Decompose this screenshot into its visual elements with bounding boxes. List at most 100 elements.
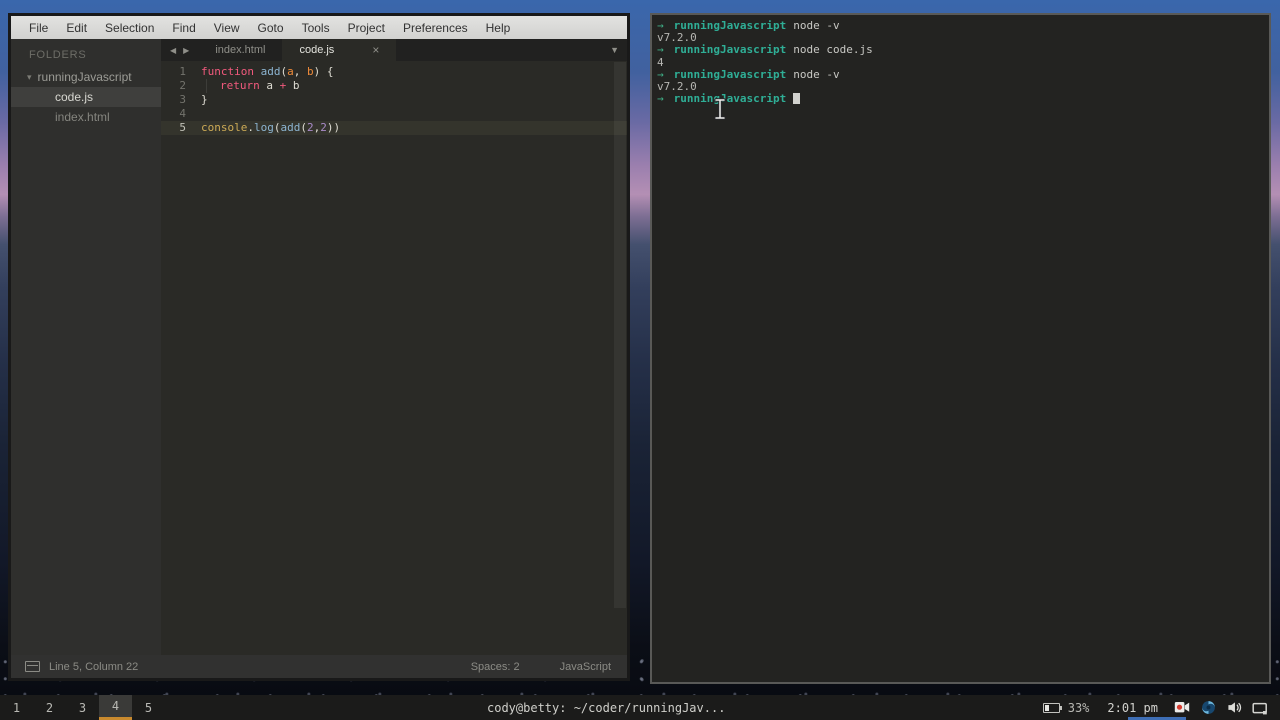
- menu-item-view[interactable]: View: [206, 19, 248, 37]
- battery-percent: 33%: [1068, 701, 1090, 715]
- workspace-4[interactable]: 4: [99, 695, 132, 720]
- tab-scroll-right-icon[interactable]: ▶: [183, 46, 189, 55]
- tab-spacer: [396, 39, 602, 61]
- swirl-icon[interactable]: [1200, 700, 1216, 716]
- code-token: 2: [320, 121, 327, 134]
- clock[interactable]: 2:01 pm: [1107, 701, 1158, 715]
- code-token: console: [201, 121, 247, 134]
- code-token: ,: [294, 65, 307, 78]
- menu-item-selection[interactable]: Selection: [97, 19, 162, 37]
- code-token: return: [220, 79, 260, 92]
- code-token: 2: [307, 121, 314, 134]
- tray-icons: [1174, 700, 1268, 716]
- output-text: v7.2.0: [657, 80, 697, 93]
- code-text: return a + b: [201, 79, 300, 93]
- tab-close-icon[interactable]: ×: [372, 43, 379, 57]
- status-bar: Line 5, Column 22 Spaces: 2 JavaScript: [11, 655, 627, 678]
- prompt-arrow-icon: →: [657, 43, 664, 56]
- code-line: 4: [161, 107, 627, 121]
- code-token: a: [260, 79, 280, 92]
- code-token: [254, 65, 261, 78]
- workspace-1[interactable]: 1: [0, 695, 33, 720]
- prompt-directory: runningJavascript: [674, 92, 787, 105]
- panel-toggle-icon[interactable]: [25, 661, 40, 672]
- line-number: 4: [161, 107, 201, 121]
- battery-icon: [1043, 703, 1060, 713]
- tab-scroll-left-icon[interactable]: ◀: [170, 46, 176, 55]
- editor-pane: ◀ ▶ index.htmlcode.js× ▼ 1function add(a…: [161, 39, 627, 655]
- code-text: }: [201, 93, 208, 107]
- prompt-directory: runningJavascript: [674, 19, 787, 32]
- menu-item-project[interactable]: Project: [340, 19, 393, 37]
- terminal-line: →runningJavascriptnode code.js: [657, 44, 1265, 56]
- code-line: 1function add(a, b) {: [161, 65, 627, 79]
- line-number: 1: [161, 65, 201, 79]
- taskbar-window-title[interactable]: cody@betty: ~/coder/runningJav...: [487, 695, 725, 720]
- display-icon[interactable]: [1252, 700, 1268, 716]
- code-token: add: [280, 121, 300, 134]
- code-token: )): [327, 121, 340, 134]
- menu-item-tools[interactable]: Tools: [294, 19, 338, 37]
- prompt-directory: runningJavascript: [674, 43, 787, 56]
- taskbar: 12345 cody@betty: ~/coder/runningJav... …: [0, 695, 1280, 720]
- code-token: add: [261, 65, 281, 78]
- tab-strip: index.html code.js ×: [198, 39, 396, 61]
- output-text: 4: [657, 56, 664, 69]
- tab-overflow-icon[interactable]: ▼: [602, 39, 627, 61]
- code-lines: 1function add(a, b) {2return a + b3}45co…: [161, 65, 627, 135]
- volume-icon[interactable]: [1226, 700, 1242, 716]
- tab-label: index.html: [215, 44, 265, 56]
- tab-label: code.js: [299, 44, 334, 56]
- menu-item-preferences[interactable]: Preferences: [395, 19, 476, 37]
- code-token: ) {: [314, 65, 334, 78]
- sidebar-folder-label: runningJavascript: [38, 70, 132, 84]
- screen-recorder-icon[interactable]: [1174, 700, 1190, 716]
- chevron-down-icon: ▾: [27, 72, 32, 83]
- sidebar: FOLDERS ▾ runningJavascript code.jsindex…: [11, 39, 161, 655]
- line-number: 5: [161, 121, 201, 135]
- tab-index.html[interactable]: index.html: [198, 39, 282, 61]
- editor-scrollbar[interactable]: [614, 62, 626, 608]
- cursor-position: Line 5, Column 22: [49, 661, 138, 673]
- code-token: function: [201, 65, 254, 78]
- code-line: 3}: [161, 93, 627, 107]
- code-token: }: [201, 93, 208, 106]
- workspace-3[interactable]: 3: [66, 695, 99, 720]
- code-token: a: [287, 65, 294, 78]
- menu-item-goto[interactable]: Goto: [250, 19, 292, 37]
- prompt-arrow-icon: →: [657, 68, 664, 81]
- sidebar-file-code.js[interactable]: code.js: [11, 87, 161, 107]
- menu-bar: FileEditSelectionFindViewGotoToolsProjec…: [11, 16, 627, 39]
- code-text: console.log(add(2,2)): [201, 121, 340, 135]
- prompt-arrow-icon: →: [657, 19, 664, 32]
- code-token: (: [300, 121, 307, 134]
- menu-item-file[interactable]: File: [21, 19, 56, 37]
- tab-code.js[interactable]: code.js ×: [282, 39, 396, 61]
- indent-guide: [206, 79, 220, 93]
- command-text: node -v: [793, 68, 839, 81]
- tab-bar: ◀ ▶ index.html code.js × ▼: [161, 39, 627, 61]
- sidebar-file-list: code.jsindex.html: [11, 87, 161, 127]
- indent-setting[interactable]: Spaces: 2: [471, 661, 520, 673]
- terminal-window[interactable]: →runningJavascriptnode -vv7.2.0→runningJ…: [650, 13, 1271, 684]
- editor-window: FileEditSelectionFindViewGotoToolsProjec…: [8, 13, 630, 681]
- sidebar-folder[interactable]: ▾ runningJavascript: [11, 67, 161, 87]
- menu-item-help[interactable]: Help: [478, 19, 519, 37]
- code-token: .: [247, 121, 254, 134]
- syntax-setting[interactable]: JavaScript: [560, 661, 611, 673]
- menu-item-edit[interactable]: Edit: [58, 19, 95, 37]
- terminal-line: →runningJavascriptnode -v: [657, 20, 1265, 32]
- code-token: b: [307, 65, 314, 78]
- workspace-2[interactable]: 2: [33, 695, 66, 720]
- prompt-arrow-icon: →: [657, 92, 664, 105]
- sidebar-file-index.html[interactable]: index.html: [11, 107, 161, 127]
- code-line: 2return a + b: [161, 79, 627, 93]
- code-line: 5console.log(add(2,2)): [161, 121, 627, 135]
- workspace-5[interactable]: 5: [132, 695, 165, 720]
- output-text: v7.2.0: [657, 31, 697, 44]
- menu-item-find[interactable]: Find: [164, 19, 203, 37]
- code-text: function add(a, b) {: [201, 65, 333, 79]
- code-editor[interactable]: 1function add(a, b) {2return a + b3}45co…: [161, 61, 627, 655]
- code-token: b: [286, 79, 299, 92]
- editor-main: FOLDERS ▾ runningJavascript code.jsindex…: [11, 39, 627, 655]
